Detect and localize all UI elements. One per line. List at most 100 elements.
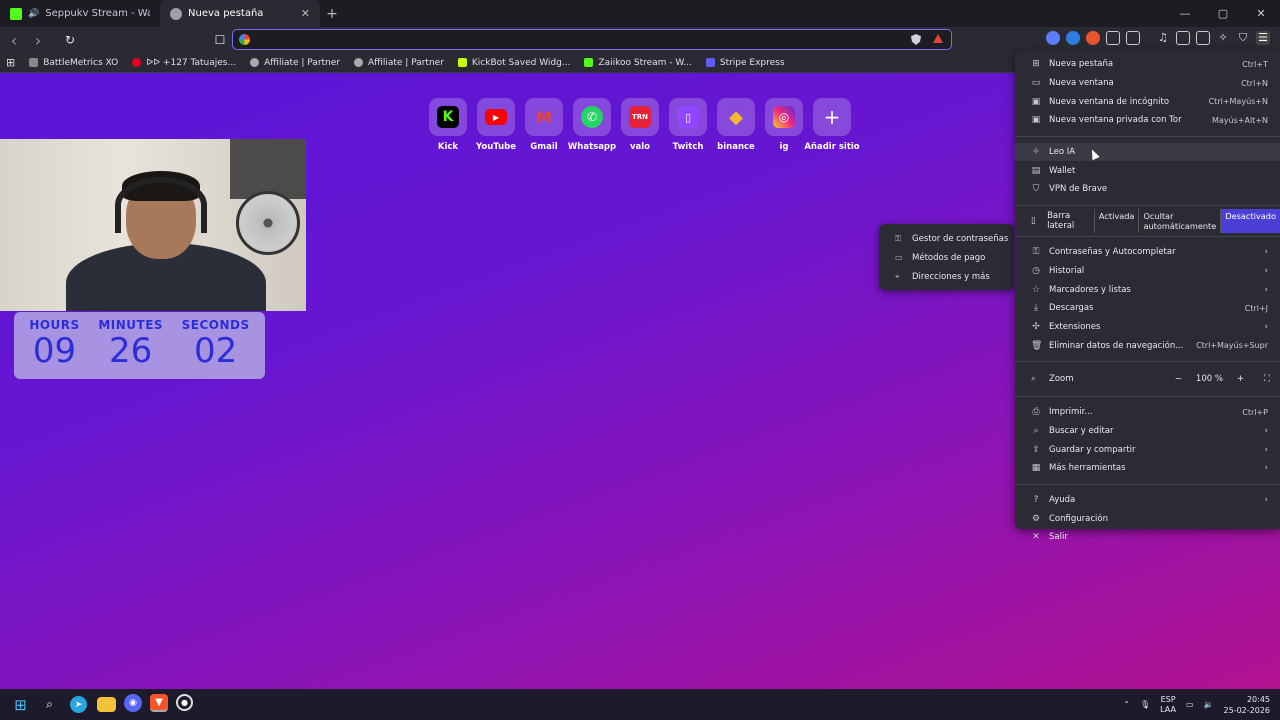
volume-icon[interactable]: 🔉	[1204, 700, 1214, 709]
menu-item-extensions[interactable]: ✣ Extensiones ›	[1015, 318, 1280, 337]
menu-item-save-share[interactable]: ⇪ Guardar y compartir ›	[1015, 440, 1280, 459]
zoom-in-button[interactable]: +	[1237, 374, 1244, 384]
bookmark-item[interactable]: Stripe Express	[705, 58, 785, 68]
file-explorer-icon[interactable]	[97, 697, 116, 712]
maximize-button[interactable]: ▢	[1204, 0, 1242, 27]
menu-item-vpn[interactable]: ⛉ VPN de Brave	[1015, 180, 1280, 199]
vpn-icon[interactable]: ⛉	[1236, 31, 1250, 45]
discord-icon[interactable]: ◉	[124, 694, 142, 712]
vpn-icon: ⛉	[1032, 184, 1040, 195]
menu-item-clear-data[interactable]: 🗑 Eliminar datos de navegación... Ctrl+May…	[1015, 336, 1280, 355]
apps-grid-icon[interactable]: ⊞	[6, 56, 15, 69]
bookmark-item[interactable]: Affiliate | Partner	[354, 58, 444, 68]
shortcut-whatsapp[interactable]: ✆ Whatsapp	[568, 98, 616, 152]
shortcut-gmail[interactable]: M Gmail	[525, 98, 563, 152]
media-icon[interactable]: ♫	[1156, 31, 1170, 45]
shortcut-youtube[interactable]: ▶ YouTube	[476, 98, 516, 152]
menu-item-new-window[interactable]: ▭ Nueva ventana Ctrl+N	[1015, 74, 1280, 93]
search-icon[interactable]: ⌕	[39, 694, 60, 715]
back-button[interactable]: ‹	[4, 30, 24, 50]
reload-button[interactable]: ↻	[60, 30, 80, 50]
fullscreen-button[interactable]: ⛶	[1264, 374, 1270, 384]
download-icon: ⤓	[1034, 303, 1038, 314]
tab-new-tab[interactable]: Nueva pestaña ✕	[160, 0, 320, 27]
menu-item-downloads[interactable]: ⤓ Descargas Ctrl+J	[1015, 299, 1280, 318]
minutes-value: 26	[109, 331, 153, 371]
close-window-button[interactable]: ✕	[1242, 0, 1280, 27]
microphone-icon[interactable]: 🎙	[1140, 700, 1150, 709]
chevron-right-icon: ›	[1264, 425, 1268, 436]
menu-item-more-tools[interactable]: ▦ Más herramientas ›	[1015, 459, 1280, 478]
address-bar[interactable]	[232, 29, 952, 50]
seconds-label: SECONDS	[181, 318, 250, 332]
google-icon	[239, 34, 250, 45]
address-input[interactable]	[258, 33, 911, 46]
sidebar-option-off[interactable]: Desactivado	[1220, 208, 1280, 233]
menu-item-find-edit[interactable]: ⌕ Buscar y editar ›	[1015, 422, 1280, 441]
shortcut-binance[interactable]: ◆ binance	[717, 98, 755, 152]
add-site-button[interactable]: + Añadir sitio	[804, 98, 860, 152]
submenu-item-password-manager[interactable]: ⚿ Gestor de contraseñas	[879, 229, 1014, 248]
shortcut-valo[interactable]: TRN valo	[621, 98, 659, 152]
menu-item-tor-window[interactable]: ▣ Nueva ventana privada con Tor Mayús+Alt+…	[1015, 111, 1280, 130]
forward-button[interactable]: ›	[28, 30, 48, 50]
telegram-icon[interactable]: ➤	[70, 696, 87, 713]
wallet-icon: ▤	[1031, 165, 1041, 176]
menu-item-passwords[interactable]: ⚿ Contraseñas y Autocompletar ›	[1015, 243, 1280, 262]
chevron-right-icon: ›	[1264, 265, 1268, 276]
sidebar-toggle-icon[interactable]	[1176, 31, 1190, 45]
menu-item-wallet[interactable]: ▤ Wallet	[1015, 161, 1280, 180]
zoom-out-button[interactable]: −	[1175, 374, 1182, 384]
submenu-item-payment-methods[interactable]: ▭ Métodos de pago	[879, 248, 1014, 267]
language-indicator[interactable]: ESP LAA	[1160, 695, 1176, 715]
minimize-button[interactable]: —	[1166, 0, 1204, 27]
sparkle-icon: ✧	[1032, 147, 1040, 158]
extension-2-icon[interactable]	[1066, 31, 1080, 45]
shortcut-kick[interactable]: K Kick	[429, 98, 467, 152]
clock[interactable]: 20:45 25-02-2026	[1224, 694, 1271, 716]
menu-item-exit[interactable]: ✕ Salir	[1015, 528, 1280, 547]
screenshot-icon[interactable]	[1126, 31, 1140, 45]
obs-icon[interactable]: ●	[176, 694, 193, 711]
tab-close-icon[interactable]: ✕	[301, 7, 310, 20]
extension-1-icon[interactable]	[1046, 31, 1060, 45]
shortcut-ig[interactable]: ◎ ig	[765, 98, 803, 152]
bookmark-item[interactable]: ᐅᐅ +127 Tatuajes...	[132, 58, 236, 68]
tools-icon: ▦	[1031, 463, 1041, 474]
extensions-puzzle-icon[interactable]	[1106, 31, 1120, 45]
binance-icon: ◆	[729, 106, 743, 128]
network-icon[interactable]: ▭	[1186, 700, 1194, 709]
menu-item-history[interactable]: ◷ Historial ›	[1015, 262, 1280, 281]
sidebar-option-autohide[interactable]: Ocultar automáticamente	[1138, 208, 1220, 233]
chevron-up-icon[interactable]: ⌃	[1123, 700, 1130, 709]
leo-ai-icon[interactable]: ✧	[1216, 31, 1230, 45]
menu-item-settings[interactable]: ⚙ Configuración	[1015, 509, 1280, 528]
submenu-item-addresses[interactable]: ⌖ Direcciones y más	[879, 267, 1014, 286]
menu-item-bookmarks[interactable]: ☆ Marcadores y listas ›	[1015, 280, 1280, 299]
sidebar-option-on[interactable]: Activada	[1093, 208, 1139, 233]
bookmark-item[interactable]: KickBot Saved Widg...	[457, 58, 570, 68]
countdown-timer: HOURS 09 MINUTES 26 SECONDS 02	[14, 312, 265, 379]
bookmark-item[interactable]: Affiliate | Partner	[250, 58, 340, 68]
brave-shields-icon[interactable]	[911, 34, 921, 45]
windows-start-icon[interactable]: ⊞	[10, 694, 31, 715]
menu-item-new-tab[interactable]: ⊞ Nueva pestaña Ctrl+T	[1015, 55, 1280, 74]
bookmark-item[interactable]: BattleMetrics XO	[29, 58, 118, 68]
brave-rewards-icon[interactable]	[933, 34, 943, 43]
sidebar-icon: ▯	[1031, 215, 1036, 226]
menu-item-print[interactable]: ⎙ Imprimir... Ctrl+P	[1015, 403, 1280, 422]
menu-item-leo-ai[interactable]: ✧ Leo IA	[1015, 142, 1280, 162]
new-tab-button[interactable]: +	[320, 0, 344, 27]
shortcut-twitch[interactable]: ▯ Twitch	[669, 98, 707, 152]
chevron-right-icon: ›	[1264, 284, 1268, 295]
wallet-icon[interactable]	[1196, 31, 1210, 45]
bookmark-item[interactable]: Zaiikoo Stream - W...	[584, 58, 692, 68]
tab-seppukv-stream[interactable]: 🔊 Seppukv Stream - Watch Live on	[0, 0, 160, 27]
menu-item-incognito-window[interactable]: ▣ Nueva ventana de incógnito Ctrl+Mayús+N	[1015, 92, 1280, 111]
extension-3-icon[interactable]	[1086, 31, 1100, 45]
menu-hamburger-icon[interactable]: ☰	[1256, 31, 1270, 45]
menu-item-help[interactable]: ? Ayuda ›	[1015, 491, 1280, 510]
bookmark-page-icon[interactable]: ☐	[210, 30, 230, 50]
zoom-level: 100 %	[1195, 373, 1223, 384]
brave-browser-icon[interactable]: ▼	[150, 694, 168, 712]
